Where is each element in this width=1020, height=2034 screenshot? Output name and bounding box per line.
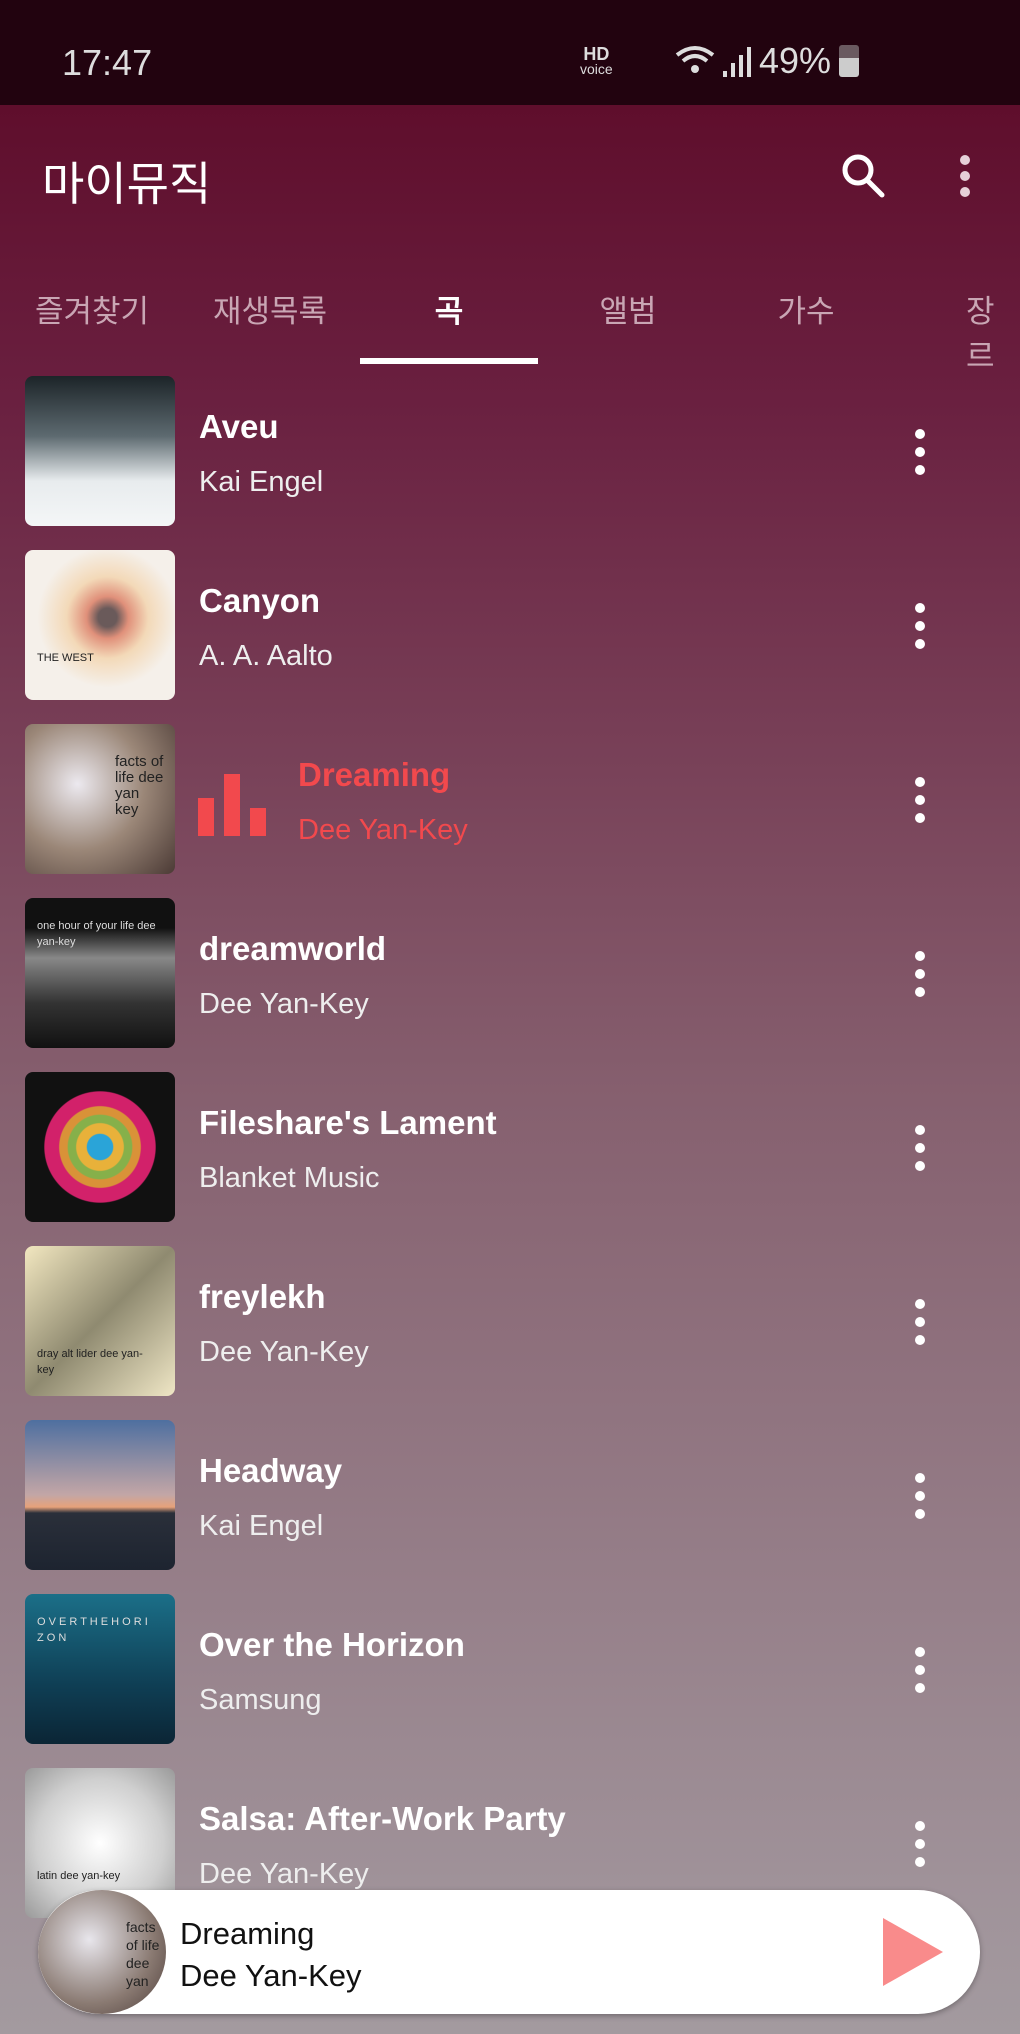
song-artist: Blanket Music xyxy=(199,1162,380,1194)
tab-albums[interactable]: 앨범 xyxy=(599,286,656,331)
album-art-caption: O V E R T H E H O R I Z O N xyxy=(37,1616,148,1644)
now-playing-equalizer-icon xyxy=(198,774,266,836)
song-title: Aveu xyxy=(199,408,279,445)
battery-icon xyxy=(839,45,860,77)
song-title: Over the Horizon xyxy=(199,1626,465,1663)
song-more-options-icon[interactable] xyxy=(910,1820,930,1868)
now-playing-artist: Dee Yan-Key xyxy=(180,1958,362,1993)
song-row[interactable]: Headway Kai Engel xyxy=(0,1420,1020,1580)
song-row[interactable]: facts of life dee yan key Dreaming Dee Y… xyxy=(0,724,1020,884)
song-row[interactable]: O V E R T H E H O R I Z O N Over the Hor… xyxy=(0,1594,1020,1754)
song-more-options-icon[interactable] xyxy=(910,1124,930,1172)
play-icon[interactable] xyxy=(883,1918,943,1986)
tab-bar: 즐겨찾기 재생목록 곡 앨범 가수 장르 xyxy=(0,280,1020,374)
now-playing-title: Dreaming xyxy=(180,1916,315,1951)
song-row[interactable]: Aveu Kai Engel xyxy=(0,376,1020,536)
tab-favorites[interactable]: 즐겨찾기 xyxy=(35,286,149,331)
song-artist: A. A. Aalto xyxy=(199,640,333,672)
song-row[interactable]: Fileshare's Lament Blanket Music xyxy=(0,1072,1020,1232)
album-art-caption: THE WEST xyxy=(37,652,94,664)
wifi-icon xyxy=(675,46,715,73)
song-more-options-icon[interactable] xyxy=(910,1646,930,1694)
album-art: dray alt lider dee yan-key xyxy=(25,1246,175,1396)
hd-voice-icon: HD voice xyxy=(580,44,613,77)
song-row[interactable]: THE WEST Canyon A. A. Aalto xyxy=(0,550,1020,710)
album-art-caption: latin dee yan-key xyxy=(37,1870,121,1882)
album-art: O V E R T H E H O R I Z O N xyxy=(25,1594,175,1744)
song-title: freylekh xyxy=(199,1278,326,1315)
album-art xyxy=(25,376,175,526)
album-art xyxy=(25,1420,175,1570)
song-more-options-icon[interactable] xyxy=(910,950,930,998)
song-row[interactable]: one hour of your life dee yan-key dreamw… xyxy=(0,898,1020,1058)
song-artist: Kai Engel xyxy=(199,466,324,498)
status-bar: 17:47 HD voice 49% xyxy=(0,0,1020,105)
status-time: 17:47 xyxy=(62,42,153,83)
song-more-options-icon[interactable] xyxy=(910,1298,930,1346)
page-title: 마이뮤직 xyxy=(42,158,212,210)
song-more-options-icon[interactable] xyxy=(910,776,930,824)
album-art-caption: one hour of your life dee yan-key xyxy=(37,920,156,948)
song-artist: Dee Yan-Key xyxy=(199,1858,369,1890)
song-artist: Kai Engel xyxy=(199,1510,324,1542)
song-artist: Dee Yan-Key xyxy=(298,814,468,846)
now-playing-album-art: facts of life dee yan xyxy=(38,1890,166,2014)
mini-player[interactable]: facts of life dee yan Dreaming Dee Yan-K… xyxy=(38,1890,980,2014)
tab-genres[interactable]: 장르 xyxy=(966,286,1002,376)
more-options-icon[interactable] xyxy=(950,152,980,200)
song-row[interactable]: dray alt lider dee yan-key freylekh Dee … xyxy=(0,1246,1020,1406)
active-tab-indicator xyxy=(360,358,538,364)
album-art xyxy=(25,1072,175,1222)
song-title: Headway xyxy=(199,1452,343,1489)
album-art: THE WEST xyxy=(25,550,175,700)
song-more-options-icon[interactable] xyxy=(910,428,930,476)
song-artist: Samsung xyxy=(199,1684,322,1716)
album-art-caption: dray alt lider dee yan-key xyxy=(37,1348,143,1376)
song-title: Fileshare's Lament xyxy=(199,1104,497,1141)
song-artist: Dee Yan-Key xyxy=(199,988,369,1020)
tab-playlists[interactable]: 재생목록 xyxy=(213,286,327,331)
battery-percent: 49% xyxy=(759,40,832,81)
song-title: Salsa: After-Work Party xyxy=(199,1800,566,1837)
song-title: Dreaming xyxy=(298,756,451,793)
song-artist: Dee Yan-Key xyxy=(199,1336,369,1368)
album-art: facts of life dee yan key xyxy=(25,724,175,874)
signal-icon xyxy=(723,47,751,77)
song-title: dreamworld xyxy=(199,930,387,967)
search-icon[interactable] xyxy=(838,150,888,200)
song-more-options-icon[interactable] xyxy=(910,1472,930,1520)
tab-songs[interactable]: 곡 xyxy=(435,286,464,331)
album-art: one hour of your life dee yan-key xyxy=(25,898,175,1048)
song-more-options-icon[interactable] xyxy=(910,602,930,650)
song-title: Canyon xyxy=(199,582,321,619)
tab-artists[interactable]: 가수 xyxy=(777,286,834,331)
album-art-caption: facts of life dee yan key xyxy=(115,753,164,818)
